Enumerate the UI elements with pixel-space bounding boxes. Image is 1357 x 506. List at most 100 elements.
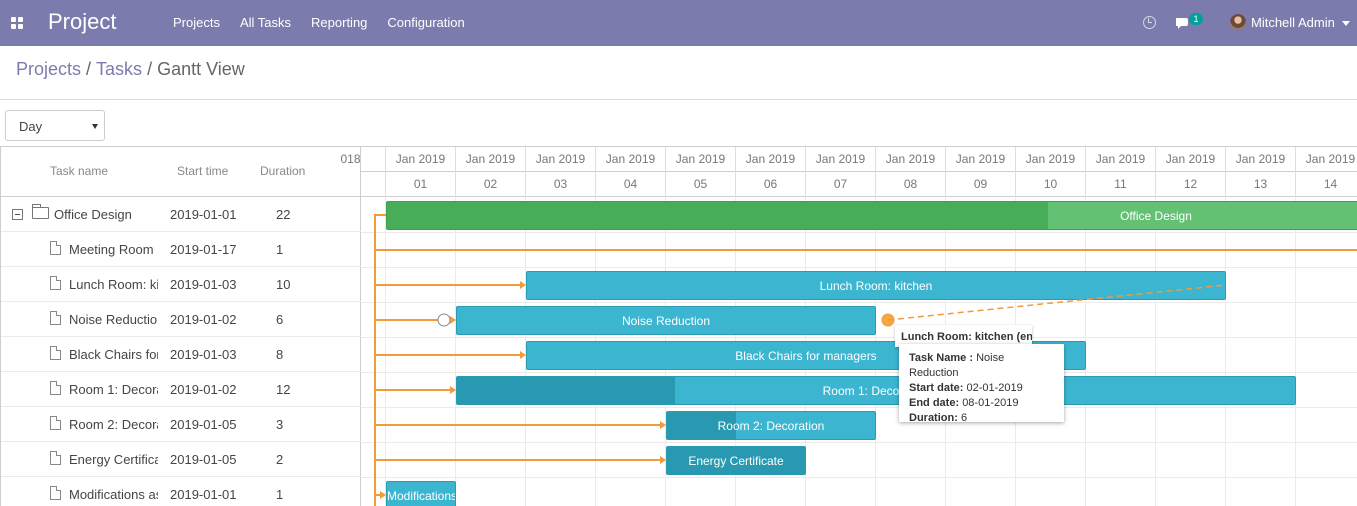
file-icon bbox=[50, 346, 61, 360]
day-label: 14 bbox=[1296, 172, 1357, 197]
scale-select-value: Day bbox=[19, 119, 43, 134]
apps-menu-icon[interactable] bbox=[11, 17, 23, 29]
gantt-chart: Task name Start time Duration Office Des… bbox=[0, 146, 1357, 506]
breadcrumb-tasks[interactable]: Tasks bbox=[96, 59, 142, 79]
task-duration: 10 bbox=[276, 277, 291, 292]
day-label: 03 bbox=[526, 172, 596, 197]
task-name: Modifications asked by the customer bbox=[69, 487, 158, 502]
month-label: Jan 2019 bbox=[386, 147, 456, 172]
user-menu[interactable]: Mitchell Admin bbox=[1251, 15, 1335, 30]
task-duration: 6 bbox=[276, 312, 284, 327]
bar-label: Energy Certificate bbox=[688, 454, 784, 468]
task-bar[interactable]: Energy Certificate bbox=[666, 446, 806, 475]
day-label: 06 bbox=[736, 172, 806, 197]
row-line bbox=[361, 337, 1357, 338]
file-icon bbox=[50, 381, 61, 395]
task-duration: 1 bbox=[276, 242, 284, 257]
file-icon bbox=[50, 486, 61, 500]
task-bar[interactable]: Room 1: Decoration bbox=[456, 376, 1296, 405]
menu-configuration[interactable]: Configuration bbox=[377, 0, 474, 46]
menu-projects[interactable]: Projects bbox=[163, 0, 230, 46]
task-name: Energy Certificate bbox=[69, 452, 158, 467]
tooltip-duration: 6 bbox=[960, 412, 968, 424]
project-bar[interactable]: Office Design bbox=[386, 201, 1357, 230]
menu-reporting[interactable]: Reporting bbox=[301, 0, 377, 46]
file-icon bbox=[50, 311, 61, 325]
menu-all-tasks[interactable]: All Tasks bbox=[230, 0, 301, 46]
day-label: 05 bbox=[666, 172, 736, 197]
table-row[interactable]: Lunch Room: kitchen 2019-01-03 10 bbox=[1, 267, 361, 302]
bar-label: Office Design bbox=[1120, 209, 1192, 223]
column-line bbox=[1155, 197, 1156, 506]
bar-label: Lunch Room: kitchen bbox=[819, 279, 933, 293]
table-row[interactable]: Energy Certificate 2019-01-05 2 bbox=[1, 442, 361, 477]
table-row[interactable]: Room 1: Decoration 2019-01-02 12 bbox=[1, 372, 361, 407]
user-avatar[interactable] bbox=[1230, 14, 1246, 30]
month-label: Jan 2019 bbox=[736, 147, 806, 172]
file-icon bbox=[50, 416, 61, 430]
day-label bbox=[316, 172, 386, 197]
day-label: 12 bbox=[1156, 172, 1226, 197]
activity-clock-icon[interactable] bbox=[1143, 16, 1156, 29]
collapse-icon[interactable] bbox=[12, 209, 23, 220]
task-duration: 8 bbox=[276, 347, 284, 362]
day-label: 01 bbox=[386, 172, 456, 197]
task-duration: 12 bbox=[276, 382, 291, 397]
user-menu-caret-icon[interactable] bbox=[1342, 21, 1350, 26]
link-start-handle[interactable] bbox=[437, 313, 451, 327]
task-start-time: 2019-01-05 bbox=[170, 417, 237, 432]
table-row[interactable]: Room 2: Decoration 2019-01-05 3 bbox=[1, 407, 361, 442]
page-title: Gantt View bbox=[157, 59, 245, 79]
grid-header: Task name Start time Duration bbox=[1, 147, 361, 197]
row-line bbox=[361, 407, 1357, 408]
column-line bbox=[1295, 197, 1296, 506]
bar-label: Black Chairs for managers bbox=[735, 349, 877, 363]
table-row[interactable]: Noise Reduction 2019-01-02 6 bbox=[1, 302, 361, 337]
task-name: Meeting Room bbox=[69, 242, 154, 257]
row-line bbox=[361, 372, 1357, 373]
table-row[interactable]: Meeting Room 2019-01-17 1 bbox=[1, 232, 361, 267]
task-bar[interactable]: Room 2: Decoration bbox=[666, 411, 876, 440]
link-end-handle[interactable] bbox=[881, 313, 895, 327]
row-line bbox=[361, 232, 1357, 233]
task-bar[interactable]: Noise Reduction bbox=[456, 306, 876, 335]
task-duration: 22 bbox=[276, 207, 291, 222]
table-row[interactable]: Black Chairs for managers 2019-01-03 8 bbox=[1, 337, 361, 372]
task-name: Black Chairs for managers bbox=[69, 347, 158, 362]
column-duration[interactable]: Duration bbox=[260, 164, 305, 178]
bar-progress bbox=[387, 202, 1049, 229]
task-start-time: 2019-01-01 bbox=[170, 207, 237, 222]
task-duration: 2 bbox=[276, 452, 284, 467]
task-bar[interactable]: Modifications asked by the customer bbox=[386, 481, 456, 506]
chat-icon[interactable] bbox=[1176, 15, 1190, 31]
month-label: Jan 2019 bbox=[596, 147, 666, 172]
tooltip-start-date: 02-01-2019 bbox=[966, 382, 1023, 394]
task-duration: 1 bbox=[276, 487, 284, 502]
column-line bbox=[385, 197, 386, 506]
month-label: Jan 2019 bbox=[1296, 147, 1357, 172]
month-label: Jan 2019 bbox=[1156, 147, 1226, 172]
app-brand[interactable]: Project bbox=[48, 9, 116, 35]
gantt-timeline: 018 Jan 2019 Jan 2019 Jan 2019 Jan 2019 Jan 2… bbox=[340, 147, 1357, 506]
task-bar[interactable]: Lunch Room: kitchen bbox=[526, 271, 1226, 300]
bar-label: Modifications asked by the customer bbox=[387, 489, 456, 503]
task-name: Noise Reduction bbox=[69, 312, 158, 327]
column-start-time[interactable]: Start time bbox=[177, 164, 228, 178]
month-label: Jan 2019 bbox=[456, 147, 526, 172]
task-duration: 3 bbox=[276, 417, 284, 432]
day-label: 10 bbox=[1016, 172, 1086, 197]
gantt-scale-select[interactable]: Day bbox=[5, 110, 105, 141]
task-start-time: 2019-01-02 bbox=[170, 382, 237, 397]
file-icon bbox=[50, 451, 61, 465]
row-line bbox=[361, 442, 1357, 443]
task-name: Room 2: Decoration bbox=[69, 417, 158, 432]
column-task-name[interactable]: Task name bbox=[50, 164, 108, 178]
month-label: Jan 2019 bbox=[666, 147, 736, 172]
day-label: 08 bbox=[876, 172, 946, 197]
breadcrumb-projects[interactable]: Projects bbox=[16, 59, 81, 79]
column-line bbox=[1225, 197, 1226, 506]
task-name: Lunch Room: kitchen bbox=[69, 277, 158, 292]
day-label: 04 bbox=[596, 172, 666, 197]
table-row[interactable]: Office Design 2019-01-01 22 bbox=[1, 197, 361, 232]
table-row[interactable]: Modifications asked by the customer 2019-… bbox=[1, 477, 361, 506]
